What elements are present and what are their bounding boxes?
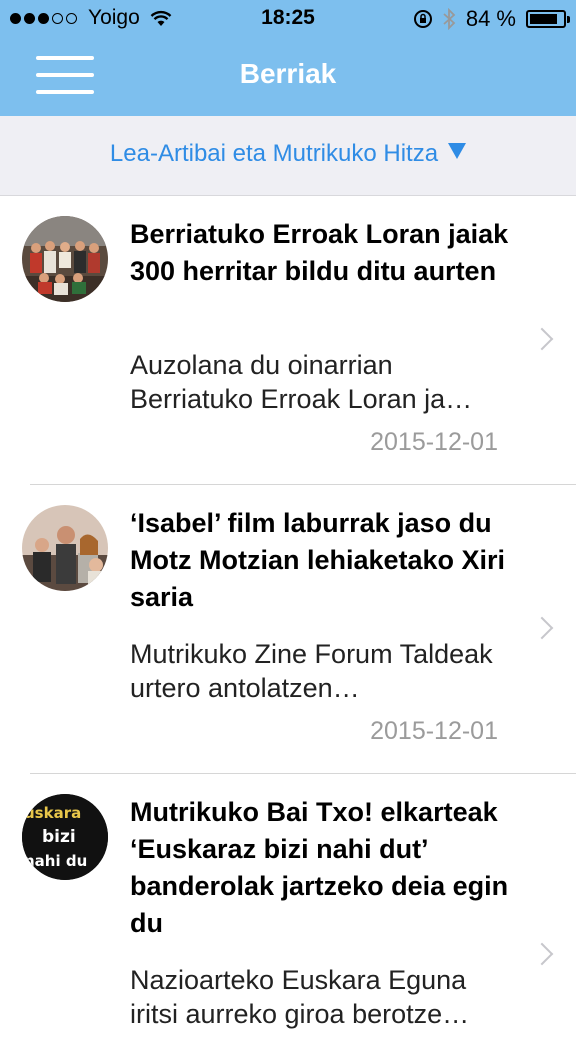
news-date: 2015-12-01 [370, 717, 498, 745]
source-filter-bar: Lea-Artibai eta Mutrikuko Hitza [0, 116, 576, 196]
news-excerpt: Nazioarteko Euskara Eguna iritsi aurreko… [130, 965, 470, 1029]
chevron-right-icon [530, 327, 554, 351]
battery-fill [530, 14, 557, 24]
news-excerpt: Mutrikuko Zine Forum Taldeak urtero anto… [130, 639, 493, 703]
source-dropdown-label: Lea-Artibai eta Mutrikuko Hitza [109, 140, 439, 167]
dropdown-triangle-icon [448, 143, 467, 159]
news-item[interactable]: uskara bizi nahi du Mutrikuko Bai Txo! e… [22, 774, 576, 1062]
rotation-lock-icon [413, 10, 432, 28]
status-icons: 84 % [403, 6, 570, 32]
svg-text:bizi: bizi [42, 827, 76, 847]
news-thumbnail: uskara bizi nahi du [22, 794, 108, 880]
news-item[interactable]: ‘Isabel’ film laburrak jaso du Motz Motz… [22, 485, 576, 774]
news-thumbnail [22, 505, 108, 591]
news-list: Berriatuko Erroak Loran jaiak 300 herrit… [0, 196, 576, 1062]
news-item[interactable]: Berriatuko Erroak Loran jaiak 300 herrit… [22, 196, 576, 485]
svg-text:nahi du: nahi du [24, 852, 87, 870]
svg-text:uskara: uskara [24, 804, 81, 822]
news-date: 2015-12-01 [370, 428, 498, 456]
bluetooth-icon [443, 8, 456, 30]
group-photo-image [22, 216, 108, 302]
battery-icon [526, 10, 570, 28]
battery-tip [567, 16, 570, 23]
chevron-right-icon [530, 942, 554, 966]
news-headline: Berriatuko Erroak Loran jaiak 300 herrit… [130, 219, 509, 286]
chevron-right-icon [530, 616, 554, 640]
news-excerpt: Auzolana du oinarrian Berriatuko Erroak … [130, 350, 473, 414]
battery-percent: 84 % [465, 6, 516, 31]
status-bar: Yoigo 18:25 84 % [0, 0, 576, 38]
people-photo-image [22, 505, 108, 591]
news-headline: ‘Isabel’ film laburrak jaso du Motz Motz… [130, 508, 506, 612]
navigation-bar: Berriak [0, 38, 576, 116]
page-title: Berriak [239, 58, 337, 89]
news-headline: Mutrikuko Bai Txo! elkarteak ‘Euskaraz b… [130, 797, 509, 938]
banner-image: uskara bizi nahi du [22, 794, 108, 880]
source-dropdown[interactable]: Lea-Artibai eta Mutrikuko Hitza [0, 140, 576, 168]
news-thumbnail [22, 216, 108, 302]
